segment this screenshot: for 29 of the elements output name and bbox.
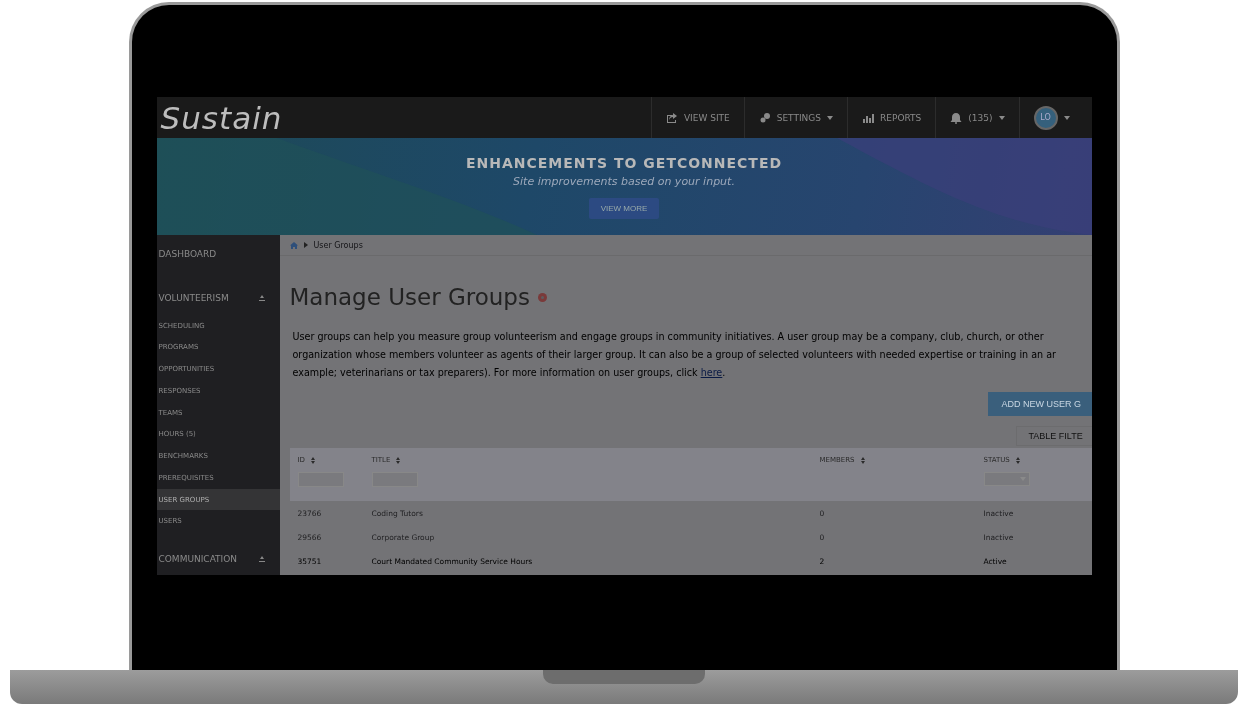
banner-subtitle: Site improvements based on your input. — [513, 174, 735, 188]
caret-icon — [827, 115, 834, 120]
sort-icon — [396, 456, 401, 464]
sidebar-item[interactable]: COMMUNICATION — [156, 542, 280, 575]
page-title: Manage User Groups — [289, 284, 530, 310]
logo: Sustain — [160, 99, 283, 136]
sidebar-item[interactable]: DASHBOARD — [156, 237, 280, 272]
breadcrumb-item[interactable]: User Groups — [313, 240, 363, 250]
chevron-icon — [303, 242, 308, 248]
avatar: LO — [1033, 105, 1058, 130]
chart-icon — [862, 111, 875, 124]
home-icon — [289, 241, 298, 249]
collapse-icon — [257, 554, 266, 563]
sidebar-item[interactable]: VOLUNTEERISM — [156, 281, 280, 315]
banner-title: ENHANCEMENTS TO GETCONNECTED — [465, 154, 783, 171]
help-icon[interactable] — [537, 292, 547, 302]
sort-icon — [310, 456, 315, 464]
add-user-group-button[interactable]: ADD NEW USER G — [987, 392, 1092, 416]
bell-icon — [950, 111, 963, 124]
sort-icon — [1015, 456, 1020, 464]
view-more-button[interactable]: VIEW MORE — [588, 197, 660, 219]
description-text: User groups can help you measure group volunteerism and engage groups in community initiatives. A user group may be a company, club, church, or other organization whose members volunteer as agents of their larger group. It can also be a group of selected volunteers with needed expertise or training in an ar example; veterinarians or tax preparers). For more information on user groups, click here. — [292, 330, 1057, 380]
share-icon — [665, 111, 678, 124]
caret-icon — [998, 115, 1005, 120]
sort-icon — [860, 456, 865, 464]
collapse-icon — [257, 294, 266, 303]
table-filter-button[interactable]: TABLE FILTE — [1015, 426, 1092, 446]
gear-icon — [758, 111, 771, 124]
caret-icon — [1063, 115, 1070, 120]
